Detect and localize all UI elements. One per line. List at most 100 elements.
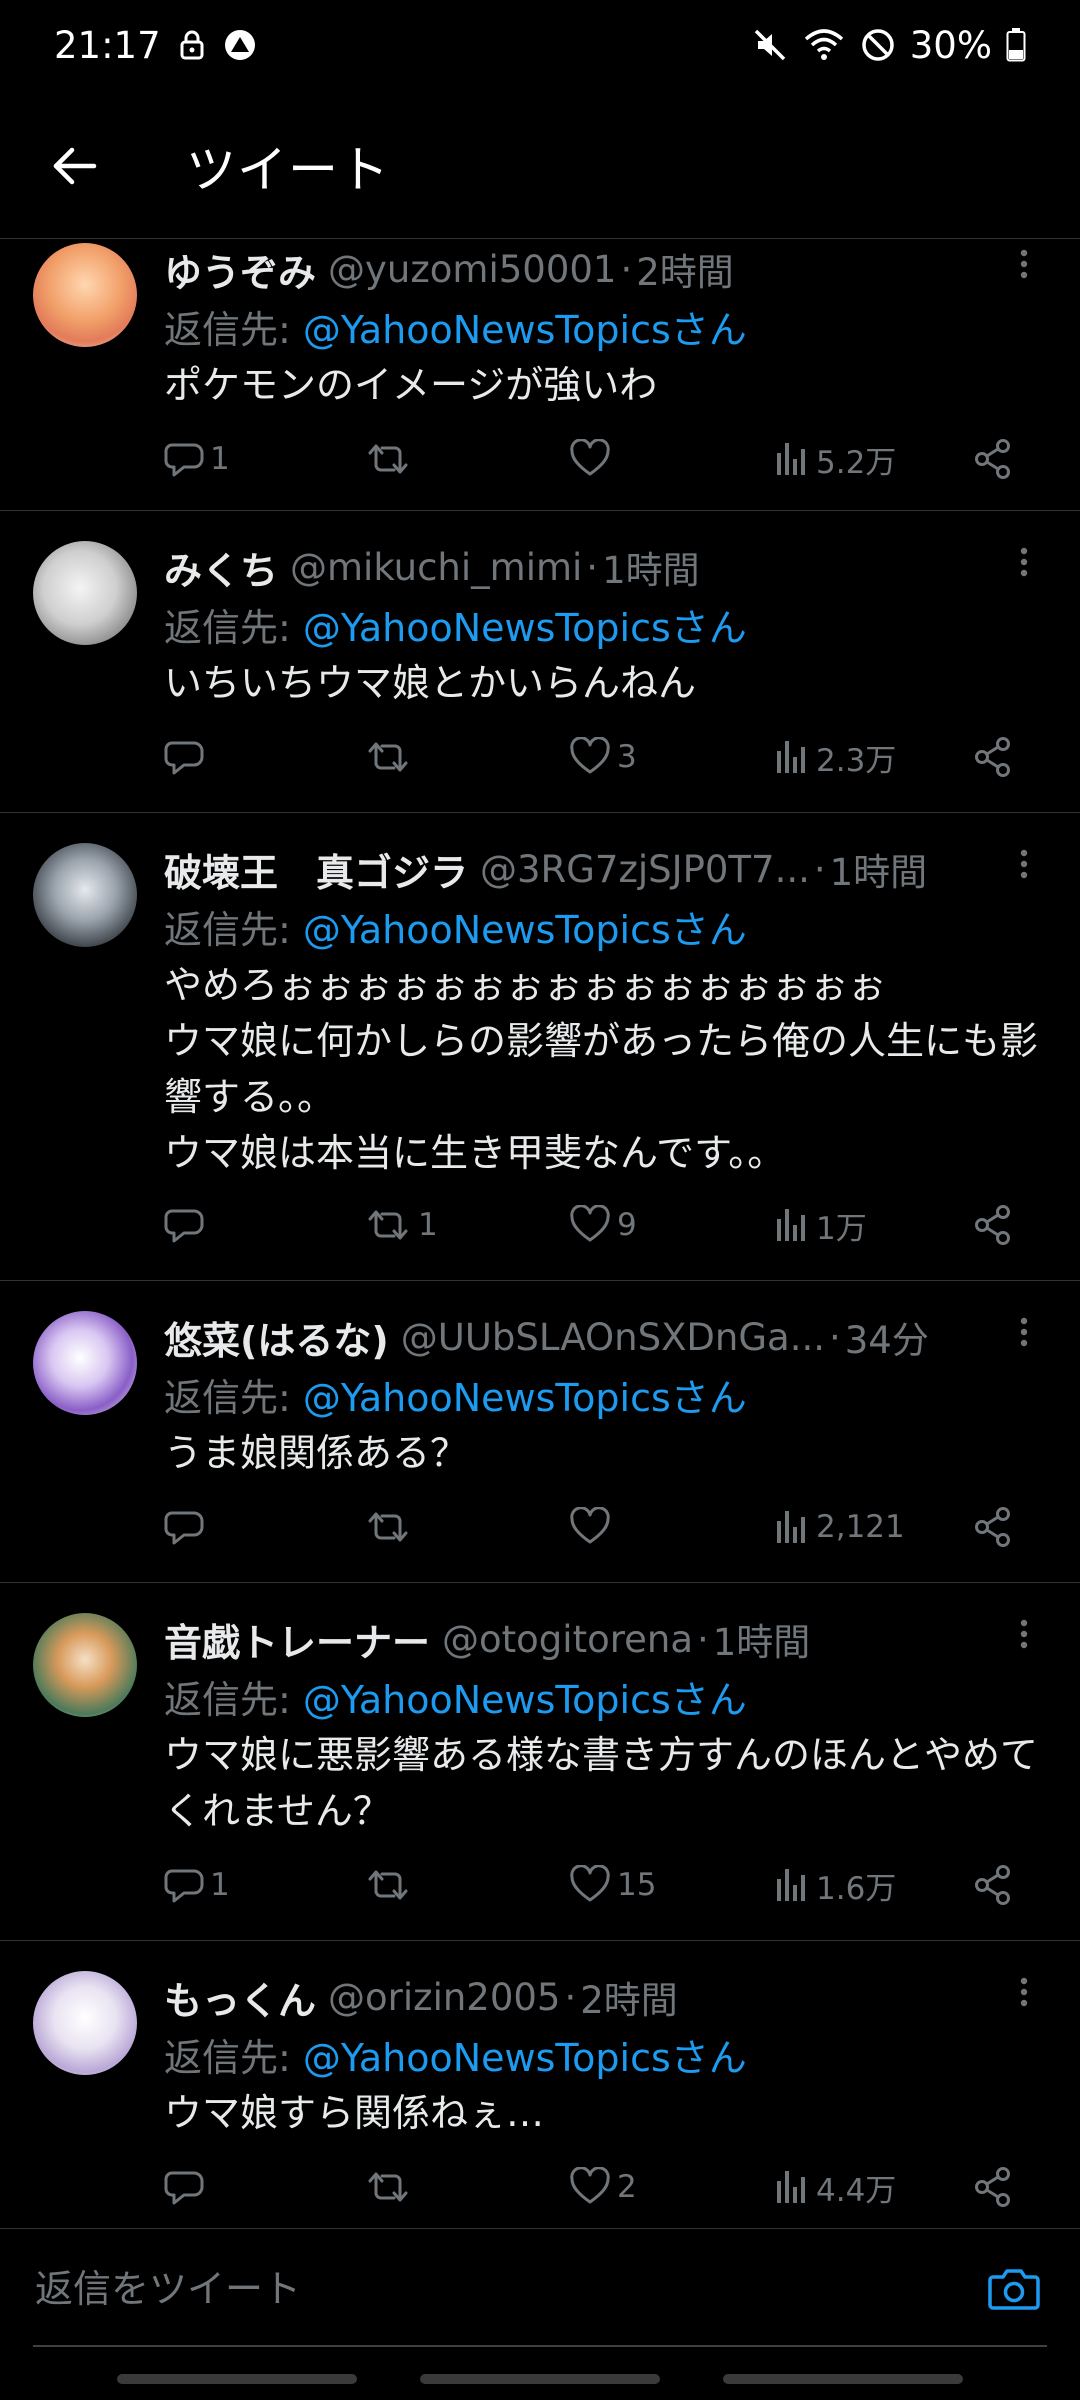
battery-percent: 30%	[909, 23, 992, 67]
tweet-text: ウマ娘すら関係ねぇ…	[164, 2091, 545, 2135]
retweet-button[interactable]	[364, 727, 418, 787]
reply-mention-link[interactable]: @YahooNewsTopicsさん	[303, 1376, 747, 1420]
reply-button[interactable]: 1	[164, 1855, 230, 1915]
reply-mention-link[interactable]: @YahooNewsTopicsさん	[303, 2036, 747, 2080]
separator-dot: ·	[586, 545, 599, 589]
wifi-icon	[802, 27, 846, 63]
tweet-author-row: 音戯トレーナー @otogitorena · 1時間	[164, 1609, 1044, 1669]
avatar[interactable]	[33, 243, 137, 347]
app-header: ツイート	[0, 110, 1080, 222]
author-name[interactable]: もっくん	[164, 1970, 316, 2025]
reply-mention-link[interactable]: @YahooNewsTopicsさん	[303, 1678, 747, 1722]
share-button[interactable]	[972, 1195, 1014, 1255]
view-count: 1万	[816, 1210, 867, 1247]
more-options-button[interactable]	[1004, 239, 1044, 289]
avatar[interactable]	[33, 541, 137, 645]
view-count: 2,121	[816, 1509, 905, 1545]
reply-tweet-input[interactable]	[33, 2229, 987, 2349]
like-button[interactable]: 3	[569, 727, 637, 787]
author-handle[interactable]: @mikuchi_mimi	[290, 546, 582, 589]
retweet-button[interactable]	[364, 429, 418, 489]
author-name[interactable]: 破壊王 真ゴジラ	[164, 842, 468, 897]
heart-icon	[569, 2167, 611, 2207]
reply-mention-link[interactable]: @YahooNewsTopicsさん	[303, 606, 747, 650]
nav-indicator[interactable]	[420, 2374, 660, 2384]
views-button[interactable]: 4.4万	[774, 2157, 896, 2217]
retweet-button[interactable]	[364, 1497, 418, 1557]
author-handle[interactable]: @otogitorena	[442, 1618, 693, 1661]
views-button[interactable]: 1.6万	[774, 1855, 896, 1915]
reply-button[interactable]	[164, 2157, 210, 2217]
more-options-button[interactable]	[1004, 839, 1044, 889]
tweet-time: 1時間	[712, 1621, 811, 1664]
share-button[interactable]	[972, 1855, 1014, 1915]
author-handle[interactable]: @UUbSLAOnSXDnGa...	[401, 1316, 825, 1359]
like-button[interactable]: 2	[569, 2157, 637, 2217]
tweet-actions: 1 9 1万	[164, 1195, 1036, 1255]
retweet-button[interactable]: 1	[364, 1195, 438, 1255]
reply-mention-link[interactable]: @YahooNewsTopicsさん	[303, 308, 747, 352]
reply-button[interactable]	[164, 1195, 210, 1255]
reply-button[interactable]: 1	[164, 429, 230, 489]
views-button[interactable]: 2,121	[774, 1497, 905, 1557]
tweet-time: 34分	[844, 1319, 929, 1362]
reply-button[interactable]	[164, 1497, 210, 1557]
tweet-text: いちいちウマ娘とかいらんねん	[164, 661, 697, 705]
status-bar: 21:17 30%	[0, 0, 1080, 90]
like-button[interactable]	[569, 1497, 617, 1557]
tweet-actions: 2,121	[164, 1497, 1036, 1557]
reply-mention-link[interactable]: @YahooNewsTopicsさん	[303, 908, 747, 952]
tweet[interactable]: 悠菜(はるな) @UUbSLAOnSXDnGa... · 34分 返信先: @Y…	[0, 1281, 1080, 1583]
author-handle[interactable]: @orizin2005	[328, 1976, 560, 2019]
view-count: 2.3万	[816, 742, 897, 779]
nav-indicator[interactable]	[117, 2374, 357, 2384]
share-button[interactable]	[972, 727, 1014, 787]
camera-button[interactable]	[984, 2259, 1044, 2319]
lock-icon	[179, 30, 205, 60]
avatar[interactable]	[33, 1311, 137, 1415]
author-handle[interactable]: @3RG7zjSJP0T7...	[480, 848, 810, 891]
like-button[interactable]	[569, 429, 617, 489]
views-button[interactable]: 1万	[774, 1195, 867, 1255]
author-name[interactable]: ゆうぞみ	[164, 242, 316, 297]
share-button[interactable]	[972, 2157, 1014, 2217]
nav-indicator[interactable]	[723, 2374, 963, 2384]
tweet-author-row: ゆうぞみ @yuzomi50001 · 2時間	[164, 239, 1044, 299]
more-vertical-icon	[1020, 547, 1028, 577]
page-title: ツイート	[186, 141, 390, 199]
retweet-button[interactable]	[364, 2157, 418, 2217]
avatar[interactable]	[33, 1971, 137, 2075]
do-not-disturb-icon	[860, 27, 896, 63]
retweet-button[interactable]	[364, 1855, 418, 1915]
author-name[interactable]: 悠菜(はるな)	[164, 1310, 389, 1365]
views-button[interactable]: 2.3万	[774, 727, 896, 787]
tweet[interactable]: もっくん @orizin2005 · 2時間 返信先: @YahooNewsTo…	[0, 1941, 1080, 2229]
bar-chart-icon	[774, 737, 810, 777]
more-options-button[interactable]	[1004, 1307, 1044, 1357]
tweet[interactable]: 破壊王 真ゴジラ @3RG7zjSJP0T7... · 1時間 返信先: @Ya…	[0, 813, 1080, 1281]
tweet-actions: 1 15 1.6万	[164, 1855, 1036, 1915]
share-button[interactable]	[972, 429, 1014, 489]
more-options-button[interactable]	[1004, 1609, 1044, 1659]
back-button[interactable]	[26, 118, 122, 214]
author-name[interactable]: みくち	[164, 540, 278, 595]
tweet[interactable]: 音戯トレーナー @otogitorena · 1時間 返信先: @YahooNe…	[0, 1583, 1080, 1941]
author-name[interactable]: 音戯トレーナー	[164, 1612, 430, 1667]
author-handle[interactable]: @yuzomi50001	[328, 248, 616, 291]
more-options-button[interactable]	[1004, 1967, 1044, 2017]
more-vertical-icon	[1020, 1317, 1028, 1347]
view-count: 4.4万	[816, 2172, 897, 2209]
share-button[interactable]	[972, 1497, 1014, 1557]
avatar[interactable]	[33, 843, 137, 947]
tweet[interactable]: ゆうぞみ @yuzomi50001 · 2時間 返信先: @YahooNewsT…	[0, 239, 1080, 511]
tweet-text: うま娘関係ある？	[164, 1431, 469, 1475]
like-button[interactable]: 15	[569, 1855, 656, 1915]
reply-icon	[164, 1865, 204, 1905]
views-button[interactable]: 5.2万	[774, 429, 896, 489]
avatar[interactable]	[33, 1613, 137, 1717]
reply-button[interactable]	[164, 727, 210, 787]
more-options-button[interactable]	[1004, 537, 1044, 587]
tweet[interactable]: みくち @mikuchi_mimi · 1時間 返信先: @YahooNewsT…	[0, 511, 1080, 813]
separator-dot: ·	[813, 847, 826, 891]
like-button[interactable]: 9	[569, 1195, 637, 1255]
